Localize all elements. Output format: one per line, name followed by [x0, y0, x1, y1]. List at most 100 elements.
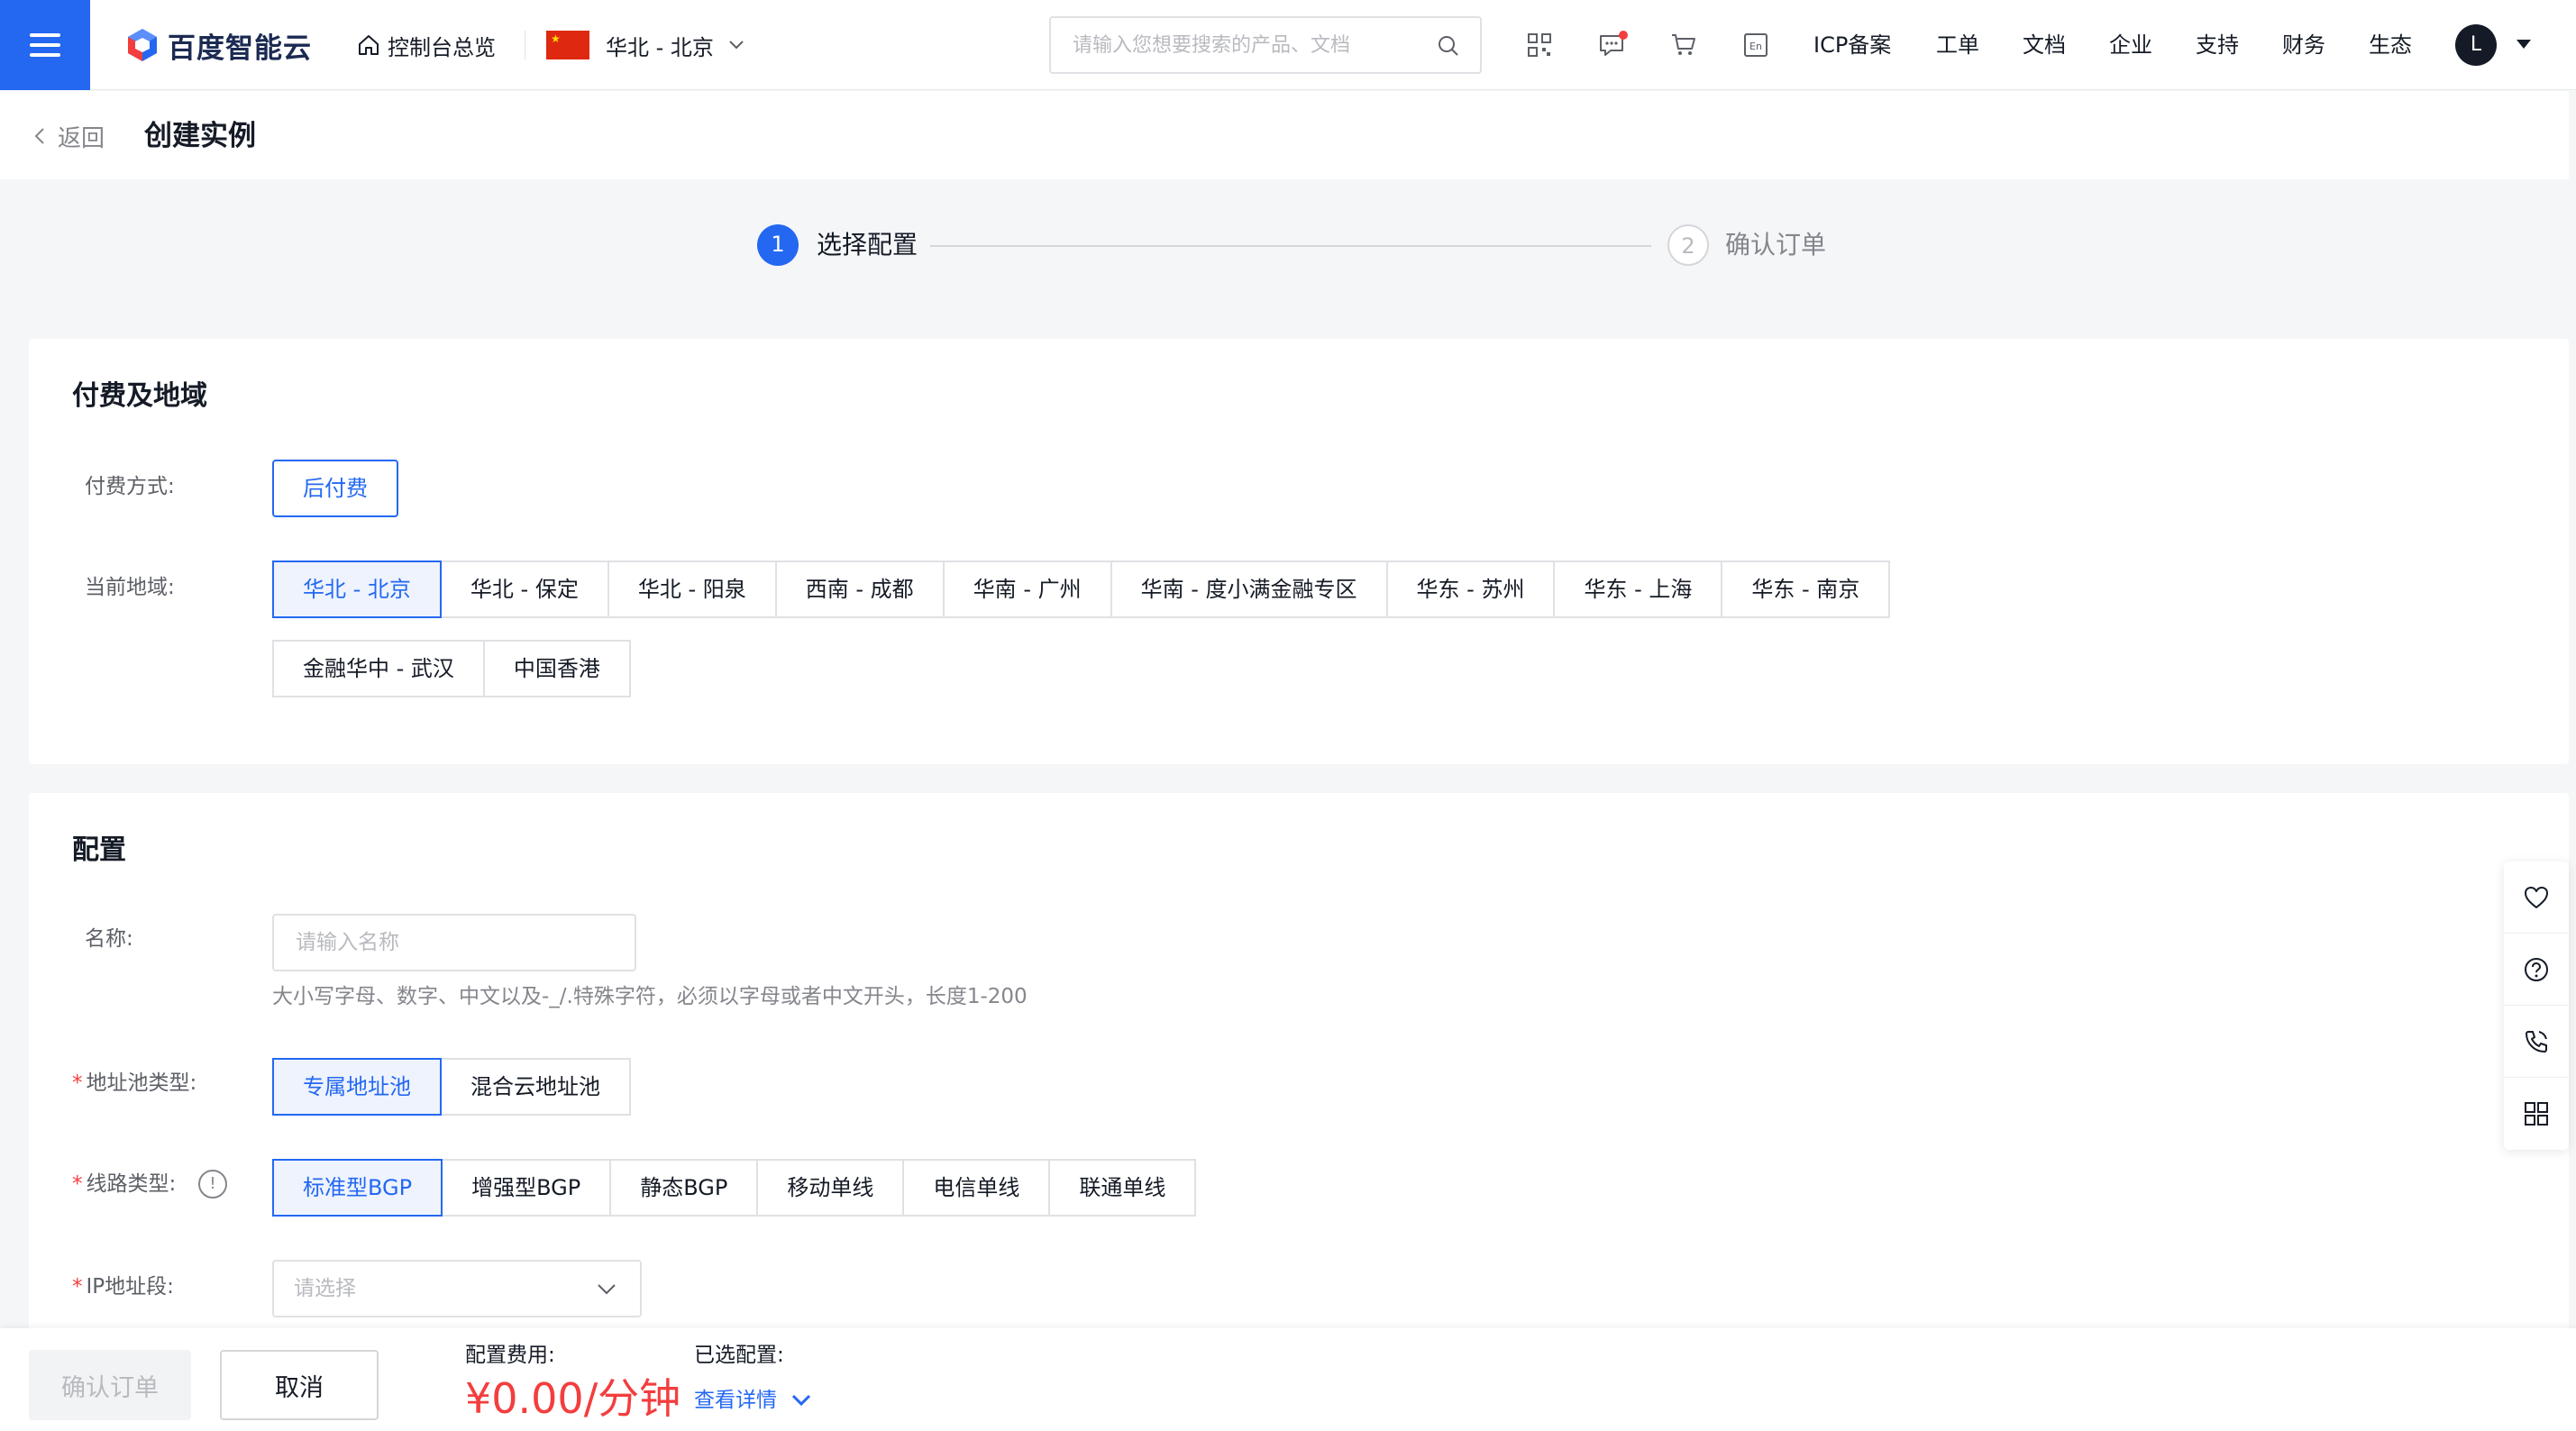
logo[interactable]: 百度智能云 [124, 25, 312, 65]
chevron-down-icon [598, 1284, 616, 1295]
billing-section-title: 付费及地域 [72, 380, 207, 412]
region-option-chengdu[interactable]: 西南 - 成都 [774, 561, 945, 618]
help-icon[interactable] [2504, 934, 2569, 1006]
step-connector [930, 245, 1651, 247]
ip-range-label-text: IP地址段: [86, 1275, 174, 1299]
back-label: 返回 [58, 124, 105, 152]
avatar[interactable]: L [2455, 24, 2497, 66]
line-option-mobile[interactable]: 移动单线 [756, 1159, 905, 1217]
top-navigation: 百度智能云 控制台总览 华北 - 北京 [0, 0, 2576, 90]
region-selector-label: 华北 - 北京 [606, 34, 714, 60]
line-type-label-text: 线路类型: [86, 1172, 177, 1196]
region-option-wuhan[interactable]: 金融华中 - 武汉 [272, 640, 485, 697]
billing-region-card: 付费及地域 付费方式: 后付费 当前地域: 华北 - 北京 华北 - 保定 华北… [29, 339, 2569, 764]
region-label: 当前地域: [85, 576, 175, 599]
console-overview-link[interactable]: 控制台总览 [357, 27, 496, 63]
search-icon[interactable] [1437, 34, 1460, 58]
pool-option-hybrid[interactable]: 混合云地址池 [440, 1058, 631, 1116]
line-option-standard-bgp[interactable]: 标准型BGP [272, 1159, 443, 1217]
step-2-circle: 2 [1667, 224, 1709, 266]
nav-link-support[interactable]: 支持 [2196, 27, 2239, 63]
nav-link-docs[interactable]: 文档 [2023, 27, 2066, 63]
chevron-down-icon [791, 1394, 811, 1407]
bottom-action-bar: 确认订单 取消 配置费用: ¥0.00/分钟 已选配置: 查看详情 [0, 1328, 2576, 1431]
heart-icon[interactable] [2504, 861, 2569, 934]
config-section-title: 配置 [72, 834, 126, 866]
line-type-label: * 线路类型: [72, 1168, 176, 1200]
side-float-toolbar [2504, 861, 2569, 1150]
nav-link-finance[interactable]: 财务 [2282, 27, 2325, 63]
region-selector[interactable]: 华北 - 北京 [546, 27, 744, 63]
region-option-suzhou[interactable]: 华东 - 苏州 [1385, 561, 1556, 618]
line-option-static-bgp[interactable]: 静态BGP [609, 1159, 759, 1217]
confirm-order-button[interactable]: 确认订单 [29, 1350, 191, 1420]
heart-glyph [2525, 886, 2548, 908]
region-options-row-2: 金融华中 - 武汉 中国香港 [272, 640, 631, 697]
view-details-link[interactable]: 查看详情 [694, 1386, 811, 1415]
page-title: 创建实例 [144, 120, 256, 152]
selected-config-label: 已选配置: [694, 1344, 784, 1367]
grid-icon[interactable] [2504, 1078, 2569, 1150]
step-2-label: 确认订单 [1725, 230, 1827, 260]
chevron-down-icon [729, 41, 744, 50]
region-option-yangquan[interactable]: 华北 - 阳泉 [607, 561, 777, 618]
info-icon[interactable]: ! [198, 1170, 227, 1199]
ip-range-label: * IP地址段: [72, 1271, 174, 1303]
nav-link-ticket[interactable]: 工单 [1936, 27, 1979, 63]
nav-link-ecosystem[interactable]: 生态 [2369, 27, 2412, 63]
nav-link-enterprise[interactable]: 企业 [2109, 27, 2152, 63]
step-1-circle: 1 [757, 224, 799, 266]
menu-button[interactable] [0, 0, 90, 90]
cancel-button[interactable]: 取消 [220, 1350, 379, 1420]
ip-range-placeholder: 请选择 [294, 1277, 356, 1300]
back-link[interactable]: 返回 [34, 118, 105, 154]
china-flag-icon [546, 31, 589, 59]
payment-method-options: 后付费 [272, 460, 398, 517]
region-option-duxiaoman[interactable]: 华南 - 度小满金融专区 [1110, 561, 1388, 618]
region-option-baoding[interactable]: 华北 - 保定 [439, 561, 609, 618]
pool-type-options: 专属地址池 混合云地址池 [272, 1058, 631, 1116]
line-option-enhanced-bgp[interactable]: 增强型BGP [441, 1159, 612, 1217]
pool-option-dedicated[interactable]: 专属地址池 [272, 1058, 442, 1116]
pool-type-label-text: 地址池类型: [86, 1071, 197, 1095]
help-glyph [2525, 957, 2548, 981]
search-input[interactable] [1073, 29, 1415, 61]
region-option-nanjing[interactable]: 华东 - 南京 [1721, 561, 1891, 618]
payment-option-postpaid[interactable]: 后付费 [272, 460, 398, 517]
required-mark: * [72, 1071, 83, 1095]
pool-type-label: * 地址池类型: [72, 1067, 196, 1099]
qrcode-glyph [1528, 33, 1551, 57]
region-option-hongkong[interactable]: 中国香港 [482, 640, 631, 697]
fee-value: ¥0.00/分钟 [465, 1374, 681, 1423]
step-indicator: 1 选择配置 2 确认订单 [0, 216, 2576, 274]
language-glyph: En [1744, 33, 1768, 57]
baidu-cloud-logo-icon [128, 29, 157, 61]
line-option-unicom[interactable]: 联通单线 [1048, 1159, 1197, 1217]
nav-link-icp[interactable]: ICP备案 [1813, 27, 1891, 63]
region-option-guangzhou[interactable]: 华南 - 广州 [942, 561, 1112, 618]
region-option-shanghai[interactable]: 华东 - 上海 [1553, 561, 1723, 618]
language-en-text: En [1749, 41, 1762, 52]
name-input[interactable] [272, 914, 636, 971]
console-overview-label: 控制台总览 [388, 34, 496, 60]
region-options-row-1: 华北 - 北京 华北 - 保定 华北 - 阳泉 西南 - 成都 华南 - 广州 … [272, 561, 1891, 618]
line-option-telecom[interactable]: 电信单线 [902, 1159, 1051, 1217]
region-option-beijing[interactable]: 华北 - 北京 [272, 561, 442, 618]
phone-icon[interactable] [2504, 1006, 2569, 1078]
global-search[interactable] [1049, 16, 1482, 74]
payment-method-label: 付费方式: [85, 475, 175, 498]
ip-range-select[interactable]: 请选择 [272, 1260, 642, 1317]
required-mark: * [72, 1172, 83, 1196]
caret-down-icon[interactable] [2517, 40, 2531, 49]
config-card: 配置 名称: 大小写字母、数字、中文以及-_/.特殊字符，必须以字母或者中文开头… [29, 793, 2569, 1334]
step-1-label: 选择配置 [817, 230, 918, 260]
language-en-icon[interactable]: En [1738, 27, 1774, 63]
chevron-left-icon [34, 128, 44, 144]
logo-text: 百度智能云 [168, 32, 312, 65]
message-icon[interactable] [1594, 27, 1630, 63]
qrcode-icon[interactable] [1521, 27, 1557, 63]
grid-glyph [2525, 1102, 2548, 1126]
phone-glyph [2526, 1030, 2547, 1053]
required-mark: * [72, 1275, 83, 1299]
cart-icon[interactable] [1666, 27, 1702, 63]
